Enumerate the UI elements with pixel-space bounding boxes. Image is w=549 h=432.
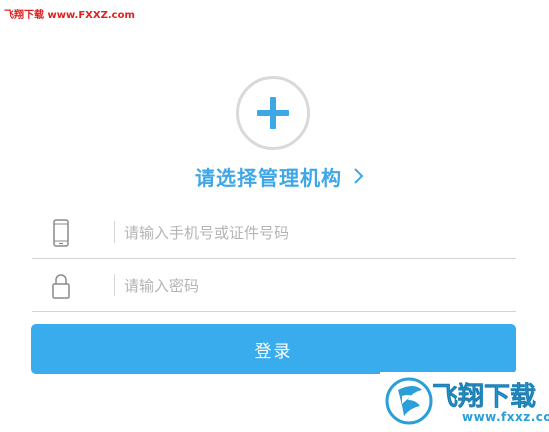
top-watermark: 飞翔下载 www.FXXZ.com [4, 10, 135, 21]
brand-watermark: 飞翔下载 www.fxxz.com [380, 372, 549, 432]
select-org-link[interactable]: 请选择管理机构 [0, 160, 549, 192]
brand-name: 飞翔下载 [432, 382, 537, 413]
field-divider [114, 274, 115, 296]
select-org-label: 请选择管理机构 [195, 165, 342, 190]
phone-icon [53, 219, 69, 247]
add-org-button[interactable] [236, 76, 310, 150]
fxxz-logo-icon [385, 377, 433, 425]
password-input[interactable] [124, 272, 504, 300]
brand-url: www.fxxz.com [462, 410, 549, 424]
phone-field-row [32, 207, 516, 259]
field-divider [114, 221, 115, 243]
login-button[interactable]: 登录 [31, 324, 516, 374]
plus-icon [257, 97, 289, 129]
chevron-right-icon [354, 168, 364, 184]
password-field-row [32, 260, 516, 312]
login-page: 飞翔下载 www.FXXZ.com 请选择管理机构 登录 [0, 0, 549, 432]
lock-icon [52, 274, 70, 299]
phone-input[interactable] [124, 219, 504, 247]
